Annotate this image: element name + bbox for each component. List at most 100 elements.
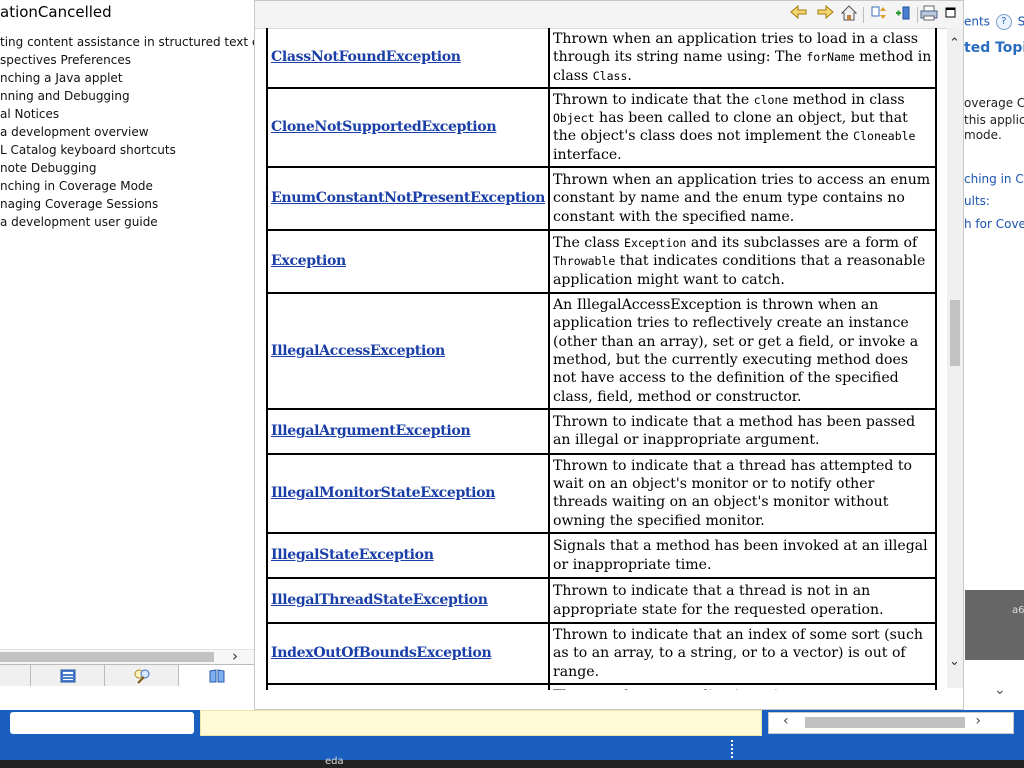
panel-tab-bar [0, 664, 254, 686]
description-text: . [627, 67, 632, 84]
bookmark-add-icon[interactable] [893, 5, 913, 23]
exception-row: Exception The class Exception and its sub… [266, 229, 937, 295]
vertical-scrollbar[interactable]: ⌃ ⌄ [947, 28, 963, 688]
tab-contents[interactable] [31, 665, 105, 686]
exception-description: Signals that a method has been invoked a… [548, 532, 937, 580]
exception-description: Thrown when an application tries to load… [548, 28, 937, 89]
taskbar-label[interactable]: eda [325, 756, 344, 767]
help-content-area: ClassNotFoundException Thrown when an app… [255, 28, 963, 690]
background-search-tab[interactable]: Se [1018, 15, 1024, 29]
exception-description: Thrown to indicate that a method has bee… [548, 407, 937, 455]
exception-link[interactable]: EnumConstantNotPresentException [271, 190, 545, 206]
chevron-down-icon[interactable]: ⌄ [949, 654, 960, 669]
background-link[interactable]: h for Cover [964, 217, 1024, 231]
description-text: Thrown when an application tries to acce… [553, 172, 931, 225]
exception-link[interactable]: IllegalAccessException [271, 343, 445, 359]
exception-link[interactable]: IllegalThreadStateException [271, 592, 488, 608]
scroll-thumb[interactable] [0, 652, 214, 662]
topic-item[interactable]: spectives Preferences [0, 51, 254, 69]
help-content-window: ClassNotFoundException Thrown when an app… [254, 0, 964, 710]
exception-name-cell: InstantiationException [266, 682, 550, 690]
exception-link[interactable]: Exception [271, 253, 346, 269]
book-icon [209, 669, 224, 683]
background-input-box[interactable] [10, 712, 194, 734]
exception-summary-table: ClassNotFoundException Thrown when an app… [266, 28, 937, 690]
description-text: Thrown when an application tries to crea… [553, 688, 884, 690]
exception-name-cell: IllegalThreadStateException [266, 577, 550, 625]
sync-toc-icon[interactable] [869, 5, 889, 23]
forward-arrow-icon[interactable] [815, 4, 835, 23]
exception-name-cell: IllegalAccessException [266, 292, 550, 410]
help-question-icon[interactable]: ? [995, 14, 1012, 30]
scroll-thumb[interactable] [950, 300, 960, 366]
maximize-icon[interactable] [941, 5, 961, 23]
tab-bookmarks[interactable] [179, 665, 254, 686]
resize-grip[interactable] [731, 740, 735, 758]
code-token: Class [592, 68, 628, 83]
topic-item[interactable]: a development overview [0, 123, 254, 141]
code-token: forName [806, 50, 855, 65]
exception-link[interactable]: IllegalArgumentException [271, 423, 471, 439]
help-toolbar [255, 1, 963, 29]
background-tab-bar[interactable]: ents ? Se [964, 14, 1024, 30]
topic-item[interactable]: nning and Debugging [0, 87, 254, 105]
print-icon[interactable] [919, 5, 939, 23]
description-text: Thrown to indicate that the [553, 91, 754, 108]
description-text: interface. [553, 146, 622, 163]
exception-link[interactable]: IllegalStateException [271, 547, 434, 563]
exception-row: InstantiationExceptionThrown when an app… [266, 682, 937, 690]
exception-row: IllegalAccessException An IllegalAccessEx… [266, 292, 937, 410]
exception-description: Thrown when an application tries to crea… [548, 682, 937, 690]
topic-list: ting content assistance in structured te… [0, 33, 254, 231]
exception-description: An IllegalAccessException is thrown when… [548, 292, 937, 410]
background-text-line: mode. [964, 128, 1002, 142]
exception-name-cell: Exception [266, 229, 550, 295]
exception-description: Thrown when an application tries to acce… [548, 166, 937, 232]
scroll-left-icon[interactable]: ‹ [783, 713, 789, 729]
exception-row: IndexOutOfBoundsException Thrown to indic… [266, 622, 937, 685]
background-link: ults: [964, 194, 990, 208]
background-link[interactable]: ching in Co [964, 172, 1024, 186]
exception-link[interactable]: IllegalMonitorStateException [271, 485, 495, 501]
topic-item[interactable]: al Notices [0, 105, 254, 123]
exception-link[interactable]: CloneNotSupportedException [271, 119, 497, 135]
topic-item[interactable]: ting content assistance in structured te… [0, 33, 254, 51]
background-grey-text: a6 [1012, 605, 1024, 616]
topic-item[interactable]: naging Coverage Sessions [0, 195, 254, 213]
scroll-right-icon[interactable]: › [232, 647, 238, 665]
exception-row: EnumConstantNotPresentException Thrown wh… [266, 166, 937, 232]
exception-link[interactable]: IndexOutOfBoundsException [271, 645, 492, 661]
panel-title: ationCancelled [0, 3, 112, 21]
exception-name-cell: IllegalMonitorStateException [266, 452, 550, 535]
code-token: Exception [624, 236, 687, 251]
exception-name-cell: ClassNotFoundException [266, 28, 550, 89]
back-arrow-icon[interactable] [789, 4, 809, 23]
exception-row: CloneNotSupportedException Thrown to indi… [266, 86, 937, 169]
topic-item[interactable]: a development user guide [0, 213, 254, 231]
topic-item[interactable]: nching in Coverage Mode [0, 177, 254, 195]
topic-item[interactable]: note Debugging [0, 159, 254, 177]
exception-row: IllegalArgumentException Thrown to indica… [266, 407, 937, 455]
chevron-down-icon[interactable]: ⌄ [994, 682, 1006, 698]
background-horizontal-scrollbar[interactable]: ‹ › [768, 712, 1014, 734]
exception-row: IllegalMonitorStateException Thrown to in… [266, 452, 937, 535]
background-contents-tab[interactable]: ents [964, 15, 990, 29]
tab-blank[interactable] [0, 665, 31, 686]
description-text: Thrown to indicate that a thread has att… [553, 457, 913, 529]
background-text-line: this applic [964, 113, 1024, 127]
description-text: Signals that a method has been invoked a… [553, 538, 928, 573]
chevron-up-icon[interactable]: ⌃ [949, 36, 960, 51]
home-icon[interactable] [839, 5, 859, 23]
exception-description: The class Exception and its subclasses a… [548, 229, 937, 295]
topic-item[interactable]: L Catalog keyboard shortcuts [0, 141, 254, 159]
tab-search[interactable] [105, 665, 179, 686]
scroll-right-icon[interactable]: › [975, 713, 981, 729]
exception-row: ClassNotFoundException Thrown when an app… [266, 28, 937, 89]
background-text-line: overage Co [964, 96, 1024, 110]
scroll-thumb[interactable] [805, 717, 965, 728]
toolbar-separator [917, 7, 918, 23]
exception-name-cell: CloneNotSupportedException [266, 86, 550, 169]
exception-link[interactable]: ClassNotFoundException [271, 49, 461, 65]
horizontal-scrollbar[interactable]: › [0, 647, 254, 665]
topic-item[interactable]: nching a Java applet [0, 69, 254, 87]
